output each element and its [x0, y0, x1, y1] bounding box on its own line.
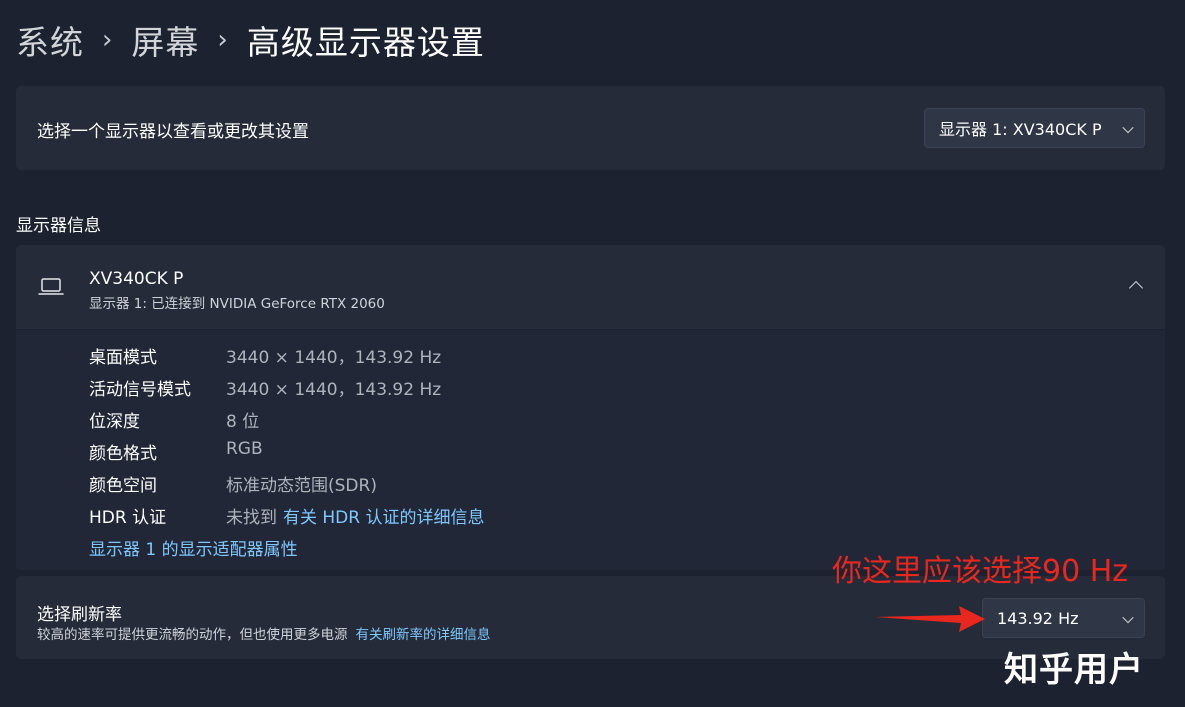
refresh-rate-desc-text: 较高的速率可提供更流畅的动作，但也使用更多电源: [37, 627, 348, 643]
refresh-rate-dropdown[interactable]: 143.92 Hz: [982, 598, 1145, 638]
monitor-info-header[interactable]: XV340CK P 显示器 1: 已连接到 NVIDIA GeForce RTX…: [16, 245, 1165, 329]
detail-value: RGB: [226, 439, 263, 459]
breadcrumb-display[interactable]: 屏幕: [131, 16, 199, 64]
detail-value: 8 位: [226, 412, 260, 432]
detail-value: 3440 × 1440，143.92 Hz: [226, 348, 442, 368]
detail-row: 桌面模式 3440 × 1440，143.92 Hz: [89, 343, 442, 368]
hdr-info-link[interactable]: 有关 HDR 认证的详细信息: [283, 503, 485, 528]
monitor-select-dropdown[interactable]: 显示器 1: XV340CK P: [924, 108, 1145, 148]
detail-key: HDR 认证: [89, 508, 167, 528]
arrow-icon: [875, 606, 985, 632]
detail-value: 未找到: [226, 508, 277, 528]
detail-key: 颜色格式: [89, 444, 157, 464]
monitor-select-value: 显示器 1: XV340CK P: [939, 120, 1102, 139]
refresh-rate-value: 143.92 Hz: [997, 608, 1079, 628]
detail-row: 活动信号模式 3440 × 1440，143.92 Hz: [89, 375, 442, 400]
detail-row-hdr: HDR 认证 未找到 有关 HDR 认证的详细信息: [89, 503, 485, 528]
section-title: 显示器信息: [16, 216, 101, 236]
detail-key: 桌面模式: [89, 348, 157, 368]
refresh-rate-info-link[interactable]: 有关刷新率的详细信息: [356, 627, 491, 643]
monitor-select-label: 选择一个显示器以查看或更改其设置: [37, 122, 309, 142]
chevron-up-icon[interactable]: [1128, 280, 1144, 296]
monitor-name: XV340CK P: [89, 269, 184, 289]
detail-row: 颜色格式 RGB: [89, 439, 263, 464]
annotation-text: 你这里应该选择90 Hz: [832, 554, 1129, 589]
breadcrumb-system[interactable]: 系统: [16, 16, 84, 64]
detail-key: 颜色空间: [89, 476, 157, 496]
breadcrumb: 系统 › 屏幕 › 高级显示器设置: [16, 14, 485, 66]
detail-row: 颜色空间 标准动态范围(SDR): [89, 471, 377, 496]
monitor-info-details: 桌面模式 3440 × 1440，143.92 Hz 活动信号模式 3440 ×…: [16, 330, 1165, 570]
monitor-select-card: 选择一个显示器以查看或更改其设置 显示器 1: XV340CK P: [16, 86, 1165, 170]
refresh-rate-title: 选择刷新率: [37, 605, 122, 625]
refresh-rate-description: 较高的速率可提供更流畅的动作，但也使用更多电源 有关刷新率的详细信息: [37, 623, 491, 643]
watermark: 知乎用户: [1004, 650, 1144, 690]
monitor-subtitle: 显示器 1: 已连接到 NVIDIA GeForce RTX 2060: [89, 296, 385, 312]
adapter-properties-link[interactable]: 显示器 1 的显示适配器属性: [89, 535, 298, 560]
chevron-right-icon: ›: [102, 25, 114, 55]
detail-value: 3440 × 1440，143.92 Hz: [226, 380, 442, 400]
detail-row: 位深度 8 位: [89, 407, 260, 432]
laptop-icon: [38, 278, 64, 295]
detail-key: 活动信号模式: [89, 380, 191, 400]
chevron-down-icon: [1122, 121, 1134, 134]
chevron-right-icon: ›: [217, 25, 229, 55]
page-title: 高级显示器设置: [246, 23, 485, 62]
detail-value: 标准动态范围(SDR): [226, 476, 377, 496]
chevron-down-icon: [1122, 611, 1134, 624]
detail-key: 位深度: [89, 412, 140, 432]
